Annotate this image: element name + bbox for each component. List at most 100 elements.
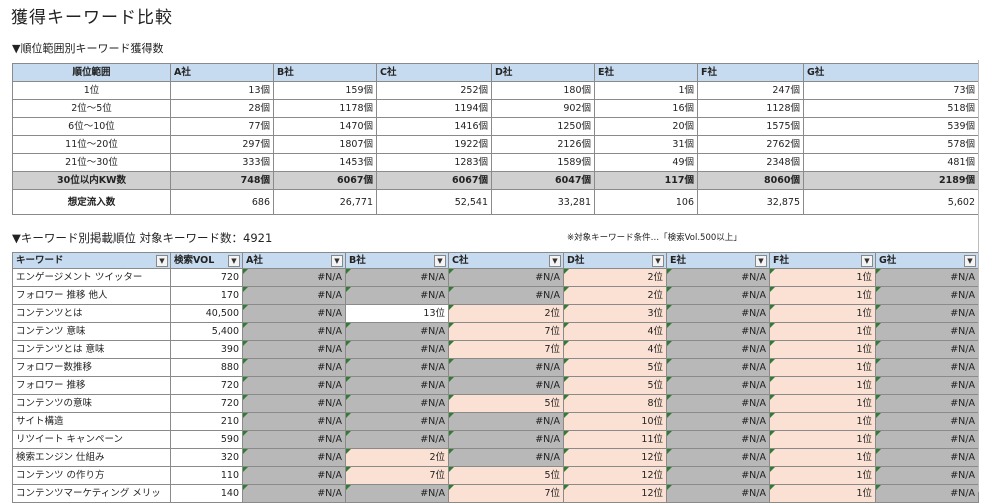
rank-cell: 12位 (563, 466, 667, 485)
header-label: キーワード (16, 255, 64, 266)
rank-cell: #N/A (242, 268, 346, 287)
rank-range-table: 順位範囲 A社 B社 C社 D社 E社 F社 G社 1位 13個 159個 252個 180個 1個 24… (12, 63, 979, 215)
rank-cell: #N/A (448, 376, 564, 395)
cell-value: 49個 (594, 153, 698, 172)
cell-value: 539個 (803, 117, 979, 136)
cell-value: 2126個 (491, 135, 595, 154)
rank-cell: #N/A (242, 376, 346, 395)
table-row: コンテンツマーケティング メリッ 140 #N/A #N/A 7位 12位 #N/A 1位 #N… (12, 484, 979, 503)
cell-value: 247個 (697, 81, 804, 100)
volume-cell: 390 (170, 340, 243, 359)
cell-value: 1128個 (697, 99, 804, 118)
header-column-4: C社 ▼ (448, 252, 564, 269)
keyword-cell: コンテンツ の作り方 (12, 466, 171, 485)
cell-value: 1250個 (491, 117, 595, 136)
filter-dropdown-icon[interactable]: ▼ (156, 255, 168, 267)
cell-value: 1807個 (273, 135, 377, 154)
rank-cell: #N/A (448, 412, 564, 431)
rank-cell: #N/A (875, 268, 979, 287)
cell-value: 748個 (170, 171, 274, 190)
rank-cell: #N/A (666, 466, 770, 485)
cell-value: 6047個 (491, 171, 595, 190)
volume-cell: 210 (170, 412, 243, 431)
cell-value: 578個 (803, 135, 979, 154)
cell-value: 1575個 (697, 117, 804, 136)
filter-dropdown-icon[interactable]: ▼ (434, 255, 446, 267)
rank-cell: #N/A (666, 268, 770, 287)
header-company-1: A社 (170, 63, 274, 82)
keyword-rank-table: キーワード ▼ 検索VOL ▼ A社 ▼ B社 ▼ C社 ▼ D社 ▼ E社 ▼ F社 ▼ G社 ▼ エンゲージメ… (12, 252, 979, 503)
rank-cell: #N/A (875, 484, 979, 503)
table-row: 21位～30位 333個 1453個 1283個 1589個 49個 2348個 481個 (12, 153, 979, 172)
rank-cell: 4位 (563, 322, 667, 341)
filter-dropdown-icon[interactable]: ▼ (861, 255, 873, 267)
condition-note: ※対象キーワード条件…「検索Vol.500以上」 (567, 233, 742, 243)
rank-cell: #N/A (875, 394, 979, 413)
rank-cell: #N/A (448, 448, 564, 467)
header-label: C社 (452, 255, 469, 266)
rank-cell: #N/A (666, 286, 770, 305)
rank-cell: #N/A (448, 286, 564, 305)
rank-cell: #N/A (666, 412, 770, 431)
rank-cell: 7位 (448, 484, 564, 503)
table-header-row: 順位範囲 A社 B社 C社 D社 E社 F社 G社 (12, 63, 979, 82)
rank-cell: 2位 (563, 286, 667, 305)
rank-cell: #N/A (666, 376, 770, 395)
rank-cell: #N/A (666, 448, 770, 467)
rank-cell: #N/A (666, 304, 770, 323)
table-row: エンゲージメント ツイッター 720 #N/A #N/A #N/A 2位 #N/A 1位 #N/… (12, 268, 979, 287)
table-row: 検索エンジン 仕組み 320 #N/A 2位 #N/A 12位 #N/A 1位 #N/A (12, 448, 979, 467)
cell-value: 481個 (803, 153, 979, 172)
rank-cell: 2位 (563, 268, 667, 287)
rank-cell: 1位 (769, 448, 876, 467)
table-row: 2位～5位 28個 1178個 1194個 902個 16個 1128個 518個 (12, 99, 979, 118)
table-row: フォロワー 推移 720 #N/A #N/A #N/A 5位 #N/A 1位 #N/A (12, 376, 979, 395)
cell-value: 32,875 (697, 189, 804, 215)
filter-dropdown-icon[interactable]: ▼ (652, 255, 664, 267)
volume-cell: 720 (170, 394, 243, 413)
header-label: F社 (773, 255, 789, 266)
header-company-3: C社 (376, 63, 492, 82)
rank-cell: #N/A (666, 358, 770, 377)
filter-dropdown-icon[interactable]: ▼ (755, 255, 767, 267)
cell-value: 6067個 (376, 171, 492, 190)
keyword-cell: フォロワー数推移 (12, 358, 171, 377)
filter-dropdown-icon[interactable]: ▼ (549, 255, 561, 267)
cell-value: 1589個 (491, 153, 595, 172)
header-rank-range: 順位範囲 (12, 63, 171, 82)
rank-cell: #N/A (345, 484, 449, 503)
cell-value: 73個 (803, 81, 979, 100)
rank-cell: #N/A (875, 358, 979, 377)
rank-cell: #N/A (242, 466, 346, 485)
header-company-7: G社 (803, 63, 979, 82)
cell-value: 106 (594, 189, 698, 215)
header-column-8: G社 ▼ (875, 252, 979, 269)
header-company-4: D社 (491, 63, 595, 82)
header-column-0: キーワード ▼ (12, 252, 171, 269)
filter-dropdown-icon[interactable]: ▼ (228, 255, 240, 267)
keyword-cell: サイト構造 (12, 412, 171, 431)
header-label: D社 (567, 255, 585, 266)
rank-cell: 11位 (563, 430, 667, 449)
rank-cell: 1位 (769, 358, 876, 377)
cell-value: 33,281 (491, 189, 595, 215)
row-label: 想定流入数 (12, 189, 171, 215)
volume-cell: 170 (170, 286, 243, 305)
header-column-6: E社 ▼ (666, 252, 770, 269)
rank-cell: 8位 (563, 394, 667, 413)
filter-dropdown-icon[interactable]: ▼ (964, 255, 976, 267)
cell-value: 1922個 (376, 135, 492, 154)
rank-cell: #N/A (875, 430, 979, 449)
filter-dropdown-icon[interactable]: ▼ (331, 255, 343, 267)
rank-cell: 2位 (345, 448, 449, 467)
cell-value: 77個 (170, 117, 274, 136)
cell-value: 1個 (594, 81, 698, 100)
volume-cell: 40,500 (170, 304, 243, 323)
keyword-cell: コンテンツとは (12, 304, 171, 323)
row-label: 1位 (12, 81, 171, 100)
cell-value: 52,541 (376, 189, 492, 215)
header-company-6: F社 (697, 63, 804, 82)
header-column-2: A社 ▼ (242, 252, 346, 269)
rank-cell: #N/A (875, 466, 979, 485)
cell-value: 20個 (594, 117, 698, 136)
